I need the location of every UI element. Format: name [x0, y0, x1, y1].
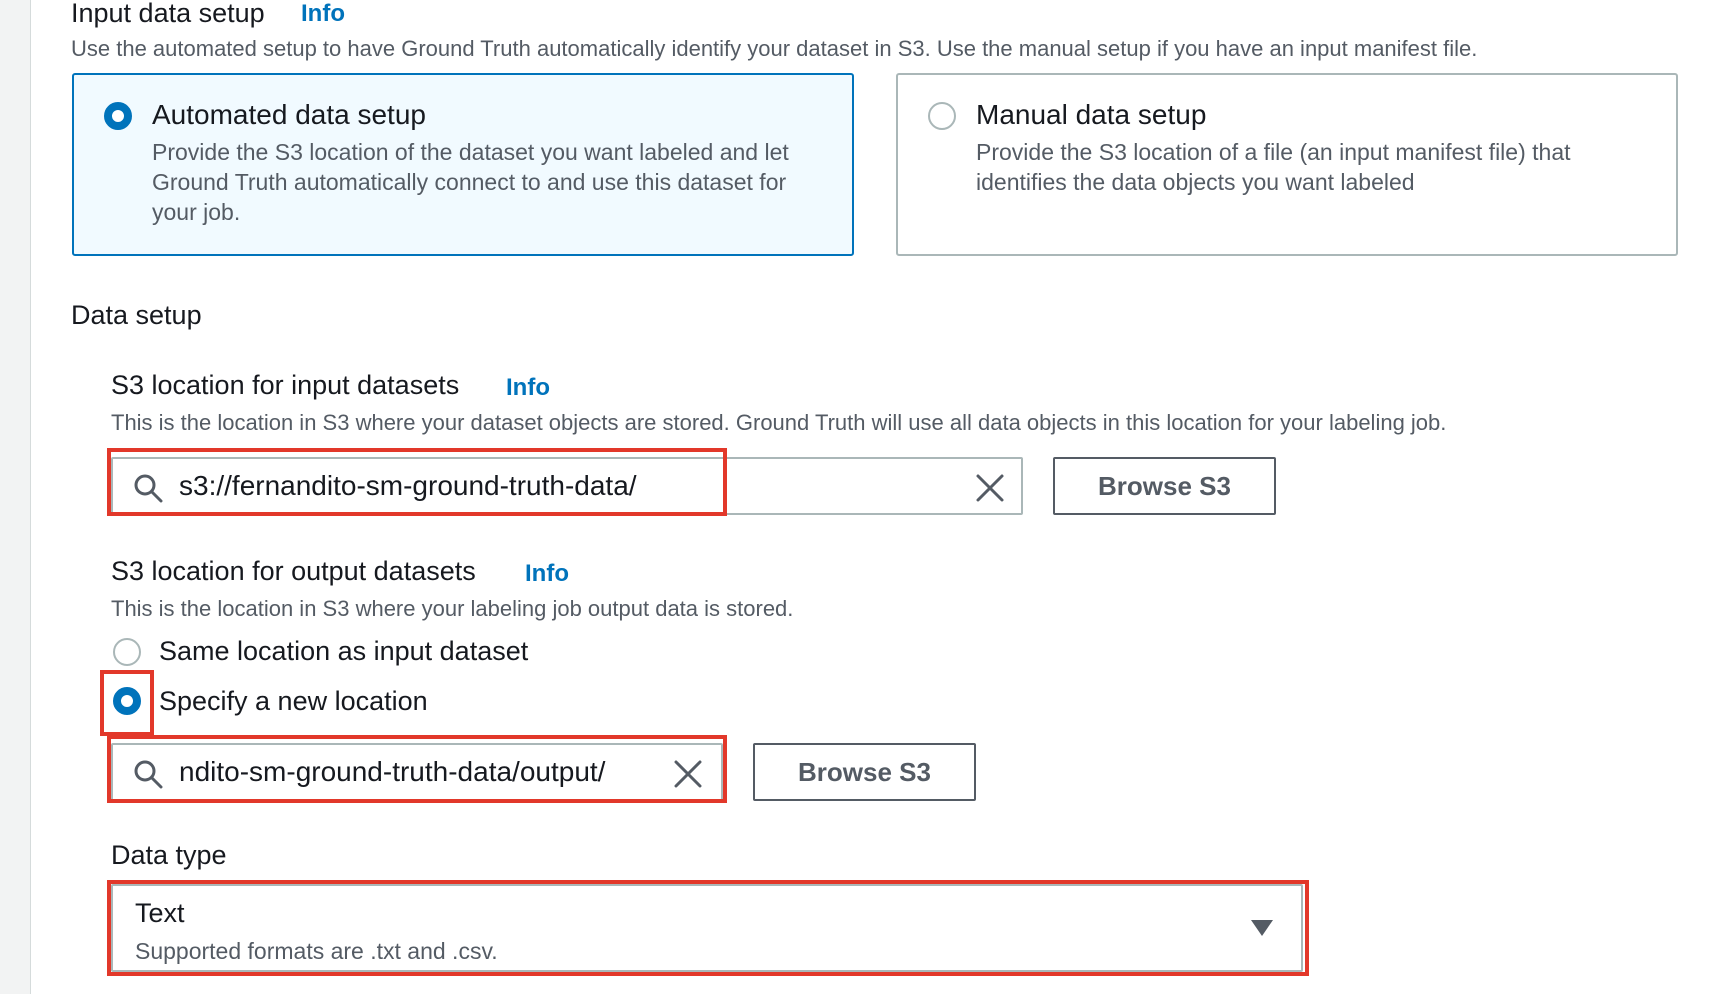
- output-location-info-link[interactable]: Info: [525, 560, 569, 588]
- browse-s3-output-button[interactable]: Browse S3: [753, 743, 976, 801]
- input-location-value[interactable]: s3://fernandito-sm-ground-truth-data/: [179, 470, 939, 502]
- search-icon: [134, 474, 163, 503]
- input-data-setup-info-link[interactable]: Info: [301, 0, 345, 28]
- clear-icon[interactable]: [975, 473, 1005, 503]
- output-location-label: S3 location for output datasets: [111, 556, 476, 586]
- same-location-label[interactable]: Same location as input dataset: [159, 636, 528, 667]
- input-location-description: This is the location in S3 where your da…: [111, 410, 1447, 435]
- data-type-label: Data type: [111, 840, 227, 870]
- output-location-value[interactable]: ndito-sm-ground-truth-data/output/: [179, 756, 649, 788]
- input-data-setup-title: Input data setup: [71, 0, 265, 28]
- search-icon: [134, 760, 163, 789]
- manual-data-setup-tile[interactable]: Manual data setup Provide the S3 locatio…: [896, 73, 1678, 256]
- automated-data-setup-radio[interactable]: [104, 102, 132, 130]
- manual-data-setup-title: Manual data setup: [976, 99, 1207, 130]
- caret-down-icon: [1251, 920, 1273, 936]
- clear-icon[interactable]: [673, 759, 703, 789]
- data-type-description: Supported formats are .txt and .csv.: [135, 938, 498, 964]
- automated-data-setup-description: Provide the S3 location of the dataset y…: [152, 139, 789, 225]
- labeling-job-panel: Input data setup Info Use the automated …: [30, 0, 1724, 994]
- input-data-setup-description: Use the automated setup to have Ground T…: [71, 36, 1478, 61]
- manual-data-setup-radio[interactable]: [928, 102, 956, 130]
- input-location-search-field[interactable]: s3://fernandito-sm-ground-truth-data/: [111, 457, 1023, 515]
- data-type-selected-value: Text: [135, 898, 185, 928]
- automated-data-setup-tile[interactable]: Automated data setup Provide the S3 loca…: [72, 73, 854, 256]
- data-setup-title: Data setup: [71, 300, 202, 330]
- manual-data-setup-description: Provide the S3 location of a file (an in…: [976, 139, 1571, 195]
- automated-data-setup-title: Automated data setup: [152, 99, 426, 130]
- output-location-description: This is the location in S3 where your la…: [111, 596, 794, 621]
- data-type-select[interactable]: Text Supported formats are .txt and .csv…: [111, 884, 1303, 972]
- same-location-radio[interactable]: [113, 638, 141, 666]
- browse-s3-input-button[interactable]: Browse S3: [1053, 457, 1276, 515]
- input-location-info-link[interactable]: Info: [506, 374, 550, 402]
- new-location-radio[interactable]: [113, 687, 141, 715]
- new-location-label[interactable]: Specify a new location: [159, 686, 428, 717]
- output-location-search-field[interactable]: ndito-sm-ground-truth-data/output/: [111, 743, 723, 801]
- input-location-label: S3 location for input datasets: [111, 370, 460, 400]
